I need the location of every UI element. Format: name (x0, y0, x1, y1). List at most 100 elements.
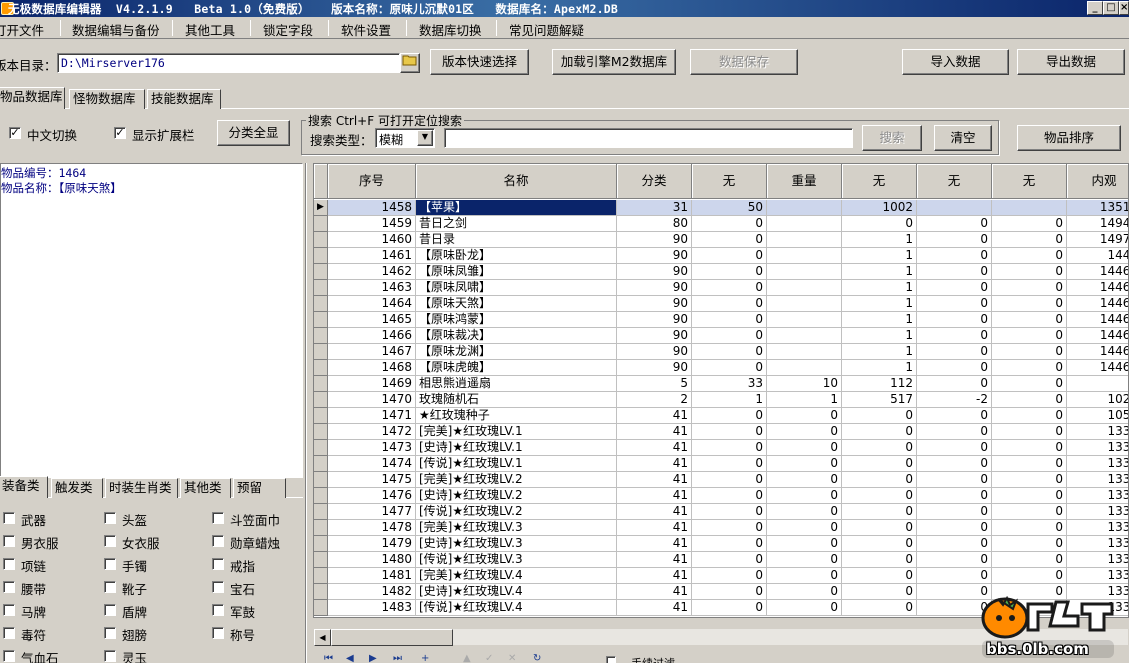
table-cell[interactable]: 0 (842, 520, 917, 536)
table-cell[interactable]: 0 (992, 280, 1067, 296)
table-cell[interactable] (767, 296, 842, 312)
table-cell[interactable]: 【原味龙渊】 (416, 344, 617, 360)
menu-faq[interactable]: 常见问题解疑 (509, 20, 584, 39)
table-cell[interactable]: 【原味凤啸】 (416, 280, 617, 296)
table-cell[interactable]: 10 (767, 376, 842, 392)
table-cell[interactable]: 41 (617, 440, 692, 456)
table-cell[interactable]: 1469 (328, 376, 416, 392)
table-cell[interactable]: 0 (992, 296, 1067, 312)
table-cell[interactable] (767, 360, 842, 376)
table-cell[interactable]: 1463 (328, 280, 416, 296)
table-cell[interactable]: 0 (992, 408, 1067, 424)
row-indicator[interactable] (314, 248, 328, 264)
category-checkbox[interactable] (3, 558, 15, 570)
category-checkbox[interactable] (3, 512, 15, 524)
table-cell[interactable]: 1480 (328, 552, 416, 568)
chinese-toggle-checkbox[interactable]: ✓ (9, 127, 21, 139)
column-header[interactable]: 无 (917, 164, 992, 199)
menu-open-file[interactable]: 打开文件 (0, 20, 44, 39)
table-cell[interactable]: 1474 (328, 456, 416, 472)
table-cell[interactable]: [完美]★红玫瑰LV.2 (416, 472, 617, 488)
table-cell[interactable]: 14462 (1067, 264, 1128, 280)
table-cell[interactable]: 1339 (1067, 552, 1128, 568)
column-header[interactable]: 重量 (767, 164, 842, 199)
table-cell[interactable]: 0 (692, 488, 767, 504)
table-cell[interactable]: 0 (692, 472, 767, 488)
menu-settings[interactable]: 软件设置 (341, 20, 391, 39)
table-cell[interactable]: 0 (992, 536, 1067, 552)
category-checkbox[interactable] (104, 627, 116, 639)
category-checkbox[interactable] (3, 581, 15, 593)
table-cell[interactable]: 0 (917, 472, 992, 488)
table-cell[interactable]: 玫瑰随机石 (416, 392, 617, 408)
table-cell[interactable]: 1339 (1067, 488, 1128, 504)
table-cell[interactable]: 0 (917, 424, 992, 440)
table-cell[interactable]: 112 (842, 376, 917, 392)
table-cell[interactable]: 0 (992, 456, 1067, 472)
category-checkbox[interactable] (104, 558, 116, 570)
tab-fashion-zodiac[interactable]: 时装生肖类 (105, 478, 178, 498)
table-cell[interactable]: 0 (842, 536, 917, 552)
table-cell[interactable]: 0 (692, 520, 767, 536)
table-cell[interactable]: 0 (917, 360, 992, 376)
table-cell[interactable]: 1 (842, 296, 917, 312)
table-cell[interactable]: 1 (842, 280, 917, 296)
splitter[interactable] (305, 163, 307, 663)
table-cell[interactable] (767, 328, 842, 344)
table-cell[interactable]: 1467 (328, 344, 416, 360)
table-cell[interactable]: 0 (842, 584, 917, 600)
table-cell[interactable]: ★红玫瑰种子 (416, 408, 617, 424)
table-cell[interactable]: [史诗]★红玫瑰LV.4 (416, 584, 617, 600)
table-cell[interactable]: 90 (617, 296, 692, 312)
table-cell[interactable]: 0 (692, 280, 767, 296)
column-header[interactable]: 分类 (617, 164, 692, 199)
table-cell[interactable]: 41 (617, 488, 692, 504)
table-cell[interactable]: 1 (842, 360, 917, 376)
table-cell[interactable]: 0 (917, 520, 992, 536)
table-cell[interactable]: 1 (692, 392, 767, 408)
table-cell[interactable]: 1468 (328, 360, 416, 376)
table-cell[interactable]: 90 (617, 232, 692, 248)
table-cell[interactable]: 0 (692, 600, 767, 616)
row-indicator[interactable] (314, 584, 328, 600)
table-cell[interactable]: 1460 (328, 232, 416, 248)
table-cell[interactable]: 31 (617, 200, 692, 216)
row-indicator[interactable] (314, 440, 328, 456)
table-cell[interactable]: 0 (692, 584, 767, 600)
row-indicator[interactable] (314, 536, 328, 552)
import-data-button[interactable]: 导入数据 (902, 49, 1009, 75)
tab-items-db[interactable]: 物品数据库 (0, 87, 65, 109)
row-indicator[interactable] (314, 216, 328, 232)
table-cell[interactable]: 0 (692, 424, 767, 440)
table-cell[interactable]: [史诗]★红玫瑰LV.2 (416, 488, 617, 504)
table-cell[interactable]: 1473 (328, 440, 416, 456)
table-cell[interactable]: 0 (767, 520, 842, 536)
table-cell[interactable]: 1339 (1067, 568, 1128, 584)
table-cell[interactable]: 1481 (328, 568, 416, 584)
table-cell[interactable]: 0 (917, 504, 992, 520)
table-cell[interactable]: 0 (917, 248, 992, 264)
table-cell[interactable]: 0 (692, 232, 767, 248)
table-cell[interactable]: 0 (917, 440, 992, 456)
table-cell[interactable]: 14466 (1067, 328, 1128, 344)
table-cell[interactable]: 0 (917, 568, 992, 584)
table-cell[interactable]: [完美]★红玫瑰LV.4 (416, 568, 617, 584)
table-cell[interactable]: 0 (917, 456, 992, 472)
table-cell[interactable] (767, 200, 842, 216)
table-cell[interactable]: 0 (692, 296, 767, 312)
table-cell[interactable]: 0 (767, 488, 842, 504)
table-cell[interactable]: 0 (842, 440, 917, 456)
table-cell[interactable]: 0 (842, 488, 917, 504)
row-indicator[interactable] (314, 376, 328, 392)
table-cell[interactable]: 1 (767, 392, 842, 408)
table-cell[interactable]: 1339 (1067, 536, 1128, 552)
table-cell[interactable]: 14975 (1067, 232, 1128, 248)
scroll-left-icon[interactable]: ◀ (314, 629, 331, 646)
table-cell[interactable]: 41 (617, 456, 692, 472)
table-cell[interactable]: 14463 (1067, 280, 1128, 296)
table-cell[interactable]: 41 (617, 600, 692, 616)
table-cell[interactable]: 昔日录 (416, 232, 617, 248)
table-cell[interactable]: 0 (767, 536, 842, 552)
table-cell[interactable]: 0 (992, 328, 1067, 344)
table-cell[interactable]: 33 (692, 376, 767, 392)
